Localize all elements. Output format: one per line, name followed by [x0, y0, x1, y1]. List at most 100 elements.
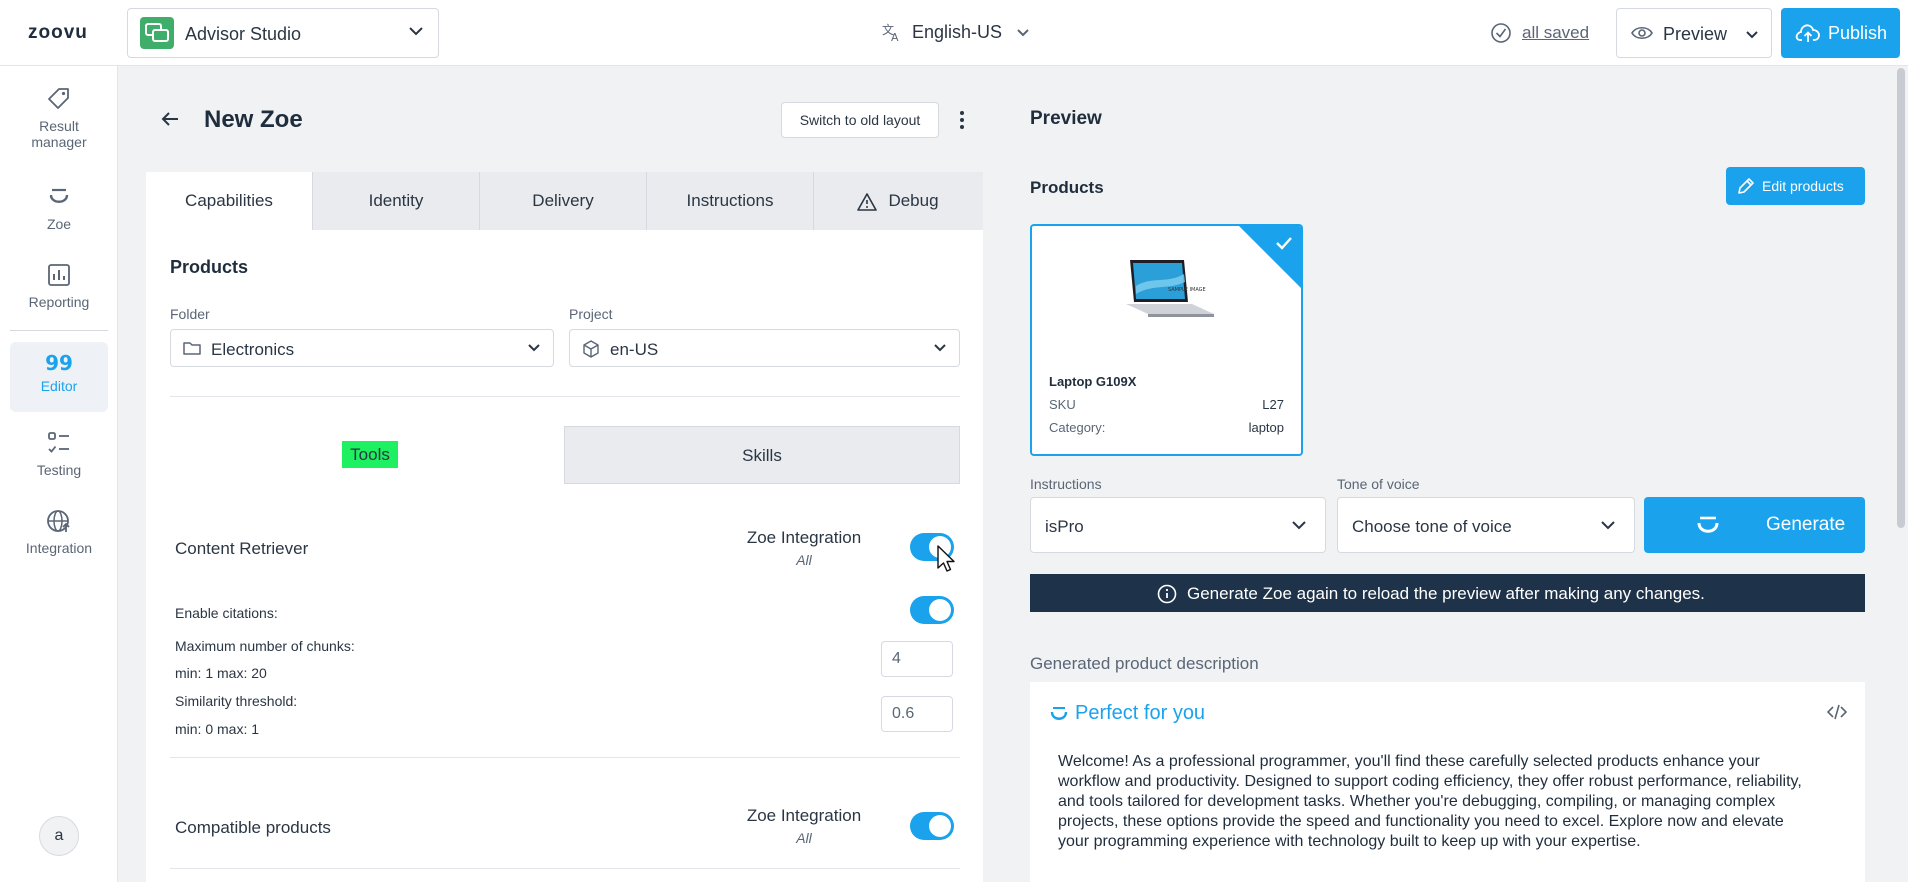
project-select[interactable]: en-US [569, 329, 960, 367]
user-avatar[interactable]: a [39, 816, 79, 856]
left-nav: Result manager Zoe Reporting 99 Editor T… [0, 66, 118, 882]
product-card[interactable]: SAMPLE IMAGE Laptop G109X SKU L27 Catego… [1030, 224, 1303, 456]
folder-icon [183, 340, 201, 356]
nav-label: Testing [36, 462, 82, 478]
product-name: Laptop G109X [1049, 374, 1137, 389]
tone-placeholder: Choose tone of voice [1352, 517, 1512, 536]
mouse-cursor-icon [936, 544, 958, 574]
chevron-down-icon [527, 343, 541, 352]
chevron-down-icon [1745, 30, 1759, 39]
category-key: Category: [1049, 420, 1106, 435]
translate-icon: 文A [882, 22, 902, 42]
check-circle-icon [1490, 22, 1512, 44]
edit-products-button[interactable]: Edit products [1726, 167, 1865, 205]
nav-item-testing[interactable]: Testing [10, 430, 108, 478]
check-icon [1275, 236, 1293, 250]
chat-bubbles-icon [140, 17, 174, 49]
folder-select[interactable]: Electronics [170, 329, 554, 367]
saved-status-link[interactable]: all saved [1522, 23, 1589, 43]
max-chunks-label: Maximum number of chunks: [175, 638, 355, 654]
sku-value: L27 [1262, 397, 1284, 412]
generated-heading: Perfect for you [1075, 702, 1206, 724]
instructions-select[interactable]: isPro [1030, 497, 1326, 553]
divider [170, 757, 960, 758]
tab-debug[interactable]: Debug [814, 172, 981, 230]
zoe-integration-label: Zoe Integration [746, 528, 862, 547]
nav-item-editor[interactable]: 99 Editor [10, 342, 108, 412]
nav-label: Reporting [28, 294, 90, 310]
switch-old-layout-button[interactable]: Switch to old layout [781, 102, 939, 138]
zoe-integration-label: Zoe Integration [746, 806, 862, 825]
chevron-down-icon [408, 26, 424, 36]
nav-label: Result [39, 118, 79, 134]
tone-select[interactable]: Choose tone of voice [1337, 497, 1635, 553]
nav-label: manager [31, 134, 87, 150]
chevron-down-icon [1291, 520, 1307, 530]
tone-label: Tone of voice [1337, 476, 1420, 492]
subtab-skills[interactable]: Skills [564, 426, 960, 484]
subtab-tools[interactable]: Tools [170, 426, 570, 484]
sample-image-caption: SAMPLE IMAGE [1168, 287, 1206, 293]
similarity-input[interactable]: 0.6 [881, 696, 953, 732]
edit-products-label: Edit products [1762, 178, 1844, 194]
generated-description-card: Perfect for you Welcome! As a profession… [1030, 682, 1865, 882]
chevron-down-icon [1600, 520, 1616, 530]
products-section-title: Products [170, 257, 249, 277]
scrollbar[interactable] [1897, 68, 1905, 528]
generated-text: Welcome! As a professional programmer, y… [1058, 753, 1802, 850]
editor-tabs: Capabilities Identity Delivery Instructi… [146, 172, 983, 230]
top-bar: zoovu Advisor Studio 文A English-US all s… [0, 0, 1908, 66]
code-view-icon[interactable] [1827, 704, 1847, 720]
nav-item-integration[interactable]: Integration [10, 508, 108, 556]
zoe-integration-scope: All [796, 552, 812, 568]
instructions-value: isPro [1045, 517, 1084, 536]
sku-key: SKU [1049, 397, 1076, 412]
tab-capabilities[interactable]: Capabilities [146, 172, 313, 230]
nav-divider [10, 330, 108, 331]
zoe-icon [1696, 514, 1720, 536]
divider [170, 396, 960, 397]
tab-debug-label: Debug [888, 191, 939, 210]
laptop-image: SAMPLE IMAGE [1122, 256, 1217, 326]
zoe-integration-scope: All [796, 830, 812, 846]
preview-button[interactable]: Preview [1616, 8, 1772, 58]
app-name: Advisor Studio [185, 24, 302, 44]
project-value: en-US [610, 340, 659, 359]
back-arrow-icon[interactable] [160, 109, 180, 129]
publish-button[interactable]: Publish [1781, 8, 1900, 58]
content-retriever-title: Content Retriever [175, 539, 309, 558]
subtab-tools-label: Tools [342, 441, 398, 468]
more-options-icon[interactable] [958, 110, 966, 130]
tab-delivery[interactable]: Delivery [480, 172, 647, 230]
instructions-label: Instructions [1030, 476, 1102, 492]
nav-label: Zoe [46, 216, 72, 232]
nav-label: Editor [40, 378, 78, 394]
max-chunks-input[interactable]: 4 [881, 641, 953, 677]
nav-label: Integration [25, 540, 93, 556]
max-chunks-range: min: 1 max: 20 [175, 665, 267, 681]
compatible-products-toggle[interactable] [910, 812, 954, 840]
citations-toggle[interactable] [910, 596, 954, 624]
tab-instructions[interactable]: Instructions [647, 172, 814, 230]
nav-item-reporting[interactable]: Reporting [10, 262, 108, 310]
eye-icon [1631, 25, 1653, 41]
regenerate-notice: Generate Zoe again to reload the preview… [1030, 574, 1865, 612]
similarity-range: min: 0 max: 1 [175, 721, 260, 737]
nav-item-zoe[interactable]: Zoe [10, 184, 108, 232]
globe-upload-icon [46, 508, 72, 534]
preview-title: Preview [1030, 108, 1102, 129]
nav-item-result-manager[interactable]: Result manager [10, 86, 108, 150]
tag-icon [46, 86, 72, 112]
publish-label: Publish [1828, 23, 1888, 43]
app-selector[interactable]: Advisor Studio [127, 8, 439, 58]
generate-button[interactable]: Generate [1644, 497, 1865, 553]
tab-identity[interactable]: Identity [313, 172, 480, 230]
zoovu-logo[interactable]: zoovu [28, 22, 88, 44]
generated-description-label: Generated product description [1030, 654, 1259, 673]
project-label: Project [569, 306, 613, 322]
cloud-upload-icon [1795, 22, 1821, 44]
svg-text:A: A [891, 31, 899, 42]
cube-icon [582, 340, 600, 358]
svg-text:99: 99 [46, 354, 72, 372]
preview-products-title: Products [1030, 178, 1104, 197]
